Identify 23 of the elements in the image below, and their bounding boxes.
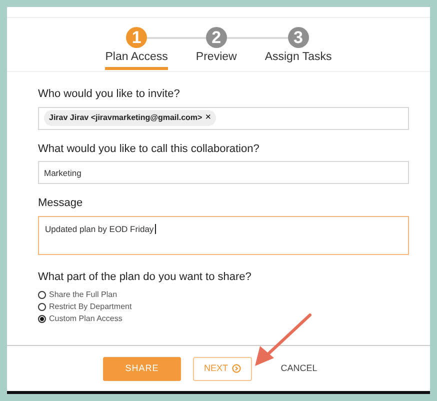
step-tab[interactable]: Plan Access — [105, 49, 168, 70]
field-label: What part of the plan do you want to share? — [38, 270, 252, 284]
field-label: Message — [38, 196, 84, 211]
message-field[interactable]: Updated plan by EOD Friday — [38, 216, 409, 254]
option-label: Share the Full Plan — [49, 289, 118, 301]
step-number: 3 — [288, 27, 309, 48]
name-field[interactable]: Marketing — [38, 161, 409, 184]
radio-button[interactable] — [38, 291, 46, 299]
option-label: Custom Plan Access — [49, 313, 122, 325]
cancel-button[interactable]: CANCEL — [264, 356, 334, 380]
step-number: 1 — [126, 27, 148, 48]
recipient-text: Jirav Jirav <jiravmarketing@gmail.com> — [49, 113, 202, 122]
step-tab[interactable]: Preview — [196, 49, 237, 70]
option-label: Restrict By Department — [49, 301, 132, 313]
remove-button[interactable]: × — [202, 113, 212, 123]
field-label: What would you like to call this collaboration? — [38, 142, 260, 156]
radio-button[interactable] — [38, 315, 46, 323]
radio-button[interactable] — [38, 303, 46, 311]
field-label: Who would you like to invite? — [38, 87, 181, 102]
step-tab[interactable]: Assign Tasks — [264, 49, 332, 70]
step-number: 2 — [206, 27, 227, 48]
invite-field[interactable]: Jirav Jirav <jiravmarketing@gmail.com> × — [38, 106, 409, 130]
chevron-circle-icon — [232, 364, 241, 373]
